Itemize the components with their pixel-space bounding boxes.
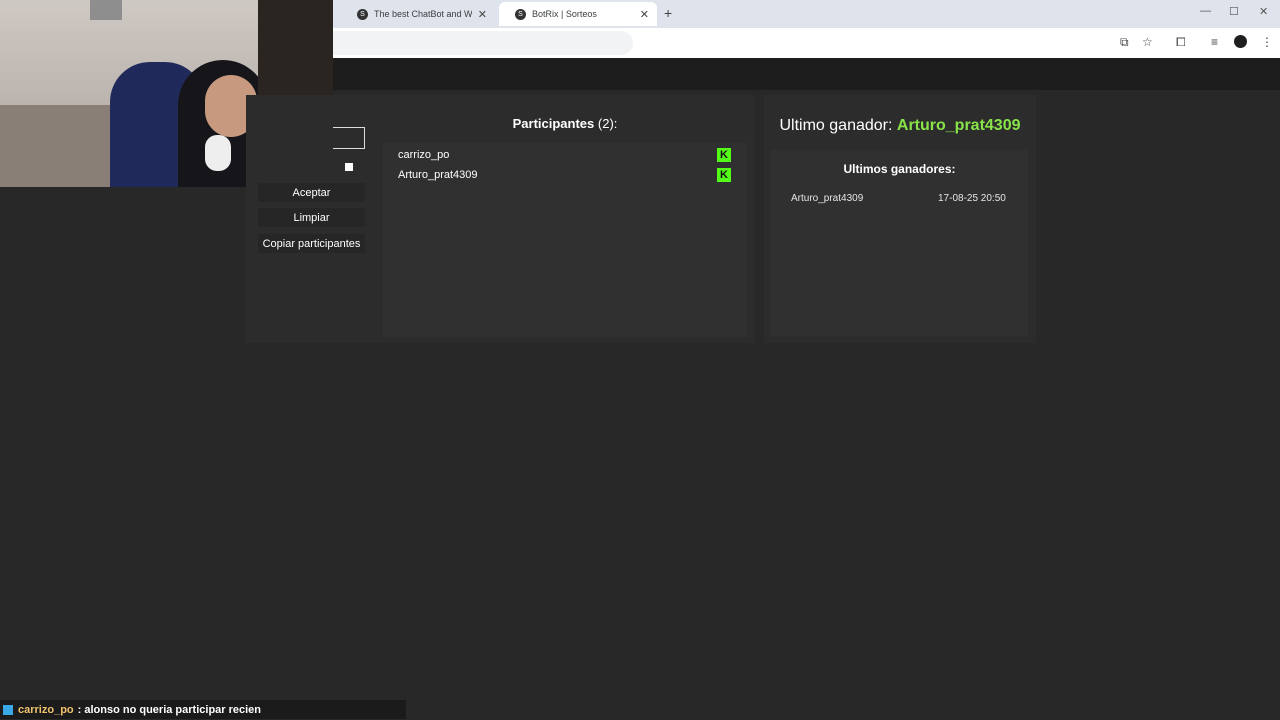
kick-icon: K [717, 168, 731, 182]
media-icon[interactable]: ≡ [1211, 35, 1218, 49]
participants-label: Participantes [512, 116, 595, 131]
extensions-icon[interactable]: ⧠ [1176, 35, 1186, 50]
tab-title: BotRix | Sorteos [532, 9, 597, 19]
close-icon[interactable]: ✕ [478, 8, 487, 21]
microphone [205, 135, 231, 171]
maximize-icon[interactable]: ☐ [1229, 5, 1239, 18]
wall-poster [90, 0, 122, 20]
new-tab-button[interactable]: + [664, 5, 672, 21]
browser-toolbar: ⧉ ☆ ⧠ ≡ ⋮ [333, 28, 1280, 58]
tab-sorteos[interactable]: S BotRix | Sorteos ✕ [499, 2, 657, 26]
star-icon[interactable]: ☆ [1142, 35, 1153, 49]
translate-icon[interactable]: ⧉ [1120, 35, 1129, 50]
page-header [333, 58, 1280, 90]
address-bar[interactable] [333, 31, 633, 55]
keyword-input[interactable] [333, 127, 365, 149]
minimize-icon[interactable]: — [1200, 5, 1211, 17]
chat-platform-icon [3, 704, 13, 715]
menu-icon[interactable]: ⋮ [1261, 35, 1273, 49]
browser-tab-bar: S The best ChatBot and Widgets ✕ S BotRi… [333, 0, 1280, 28]
participant-name: Arturo_prat4309 [398, 169, 478, 181]
participants-count: (2): [597, 116, 618, 131]
profile-avatar[interactable] [1234, 35, 1247, 48]
bed [0, 105, 110, 187]
tab-chatbot[interactable]: S The best ChatBot and Widgets ✕ [341, 2, 495, 26]
participants-title: Participantes (2): [376, 116, 754, 131]
favicon-icon: S [357, 8, 368, 20]
kick-icon: K [717, 148, 731, 162]
favicon-icon: S [515, 8, 526, 20]
close-icon[interactable]: ✕ [640, 8, 649, 21]
last-winner-name: Arturo_prat4309 [896, 117, 1021, 134]
window-close-icon[interactable]: ✕ [1259, 5, 1268, 18]
history-winner-name: Arturo_prat4309 [791, 193, 864, 204]
chat-message: : alonso no queria participar recien [77, 703, 262, 716]
chat-username: carrizo_po [18, 703, 74, 716]
winners-history-title: Ultimos ganadores: [843, 162, 956, 176]
last-winner-label: Ultimo ganador: [779, 117, 893, 134]
winners-history-list [771, 150, 1028, 336]
clear-button[interactable]: Limpiar [258, 208, 365, 227]
accept-button[interactable]: Aceptar [258, 183, 365, 202]
history-winner-date: 17-08-25 20:50 [938, 193, 1006, 204]
chat-overlay: carrizo_po : alonso no queria participar… [0, 700, 406, 719]
last-winner: Ultimo ganador: Arturo_prat4309 [764, 117, 1036, 135]
tab-title: The best ChatBot and Widgets [374, 9, 472, 19]
participant-name: carrizo_po [398, 149, 450, 161]
option-checkbox[interactable] [345, 163, 353, 171]
copy-participants-button[interactable]: Copiar participantes [258, 234, 365, 253]
